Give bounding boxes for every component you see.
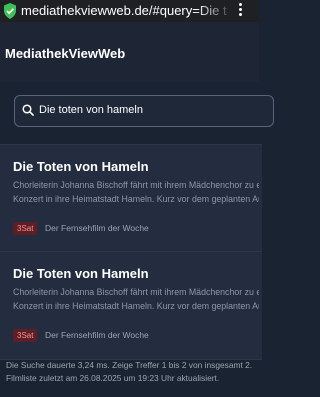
app-title[interactable]: MediathekViewWeb xyxy=(5,46,125,61)
result-description-line: Konzert in ihre Heimatstadt Hameln. Kurz… xyxy=(13,193,259,204)
channel-badge: 3Sat xyxy=(13,222,38,235)
filmlist-updated-line: Filmliste zuletzt am 26.08.2025 um 19:23… xyxy=(6,373,220,383)
result-title[interactable]: Die Toten von Hameln xyxy=(13,159,149,174)
result-description: Chorleiterin Johanna Bischoff fährt mit … xyxy=(13,179,259,206)
search-icon xyxy=(22,104,34,116)
result-card[interactable]: Die Toten von Hameln Chorleiterin Johann… xyxy=(0,251,262,360)
result-description-line: Chorleiterin Johanna Bischoff fährt mit … xyxy=(13,180,259,190)
url-fade xyxy=(196,0,236,22)
overflow-menu-icon[interactable] xyxy=(236,3,244,19)
browser-url-bar[interactable]: mediathekviewweb.de/#query=Die t xyxy=(0,0,259,22)
search-stats-line: Die Suche dauerte 3,24 ms. Zeige Treffer… xyxy=(6,360,253,370)
channel-badge: 3Sat xyxy=(13,329,38,342)
search-value[interactable]: Die toten von hameln xyxy=(39,104,143,116)
result-description-line: Konzert in ihre Heimatstadt Hameln. Kurz… xyxy=(13,300,259,311)
result-genre: Der Fernsehfilm der Woche xyxy=(45,223,149,233)
result-description: Chorleiterin Johanna Bischoff fährt mit … xyxy=(13,286,259,313)
result-genre: Der Fernsehfilm der Woche xyxy=(45,330,149,340)
result-description-line: Chorleiterin Johanna Bischoff fährt mit … xyxy=(13,287,259,297)
search-stats: Die Suche dauerte 3,24 ms. Zeige Treffer… xyxy=(6,359,258,385)
shield-check-icon xyxy=(4,3,16,19)
search-input[interactable]: Die toten von hameln xyxy=(14,95,274,127)
result-title[interactable]: Die Toten von Hameln xyxy=(13,266,149,281)
result-card[interactable]: Die Toten von Hameln Chorleiterin Johann… xyxy=(0,144,262,253)
